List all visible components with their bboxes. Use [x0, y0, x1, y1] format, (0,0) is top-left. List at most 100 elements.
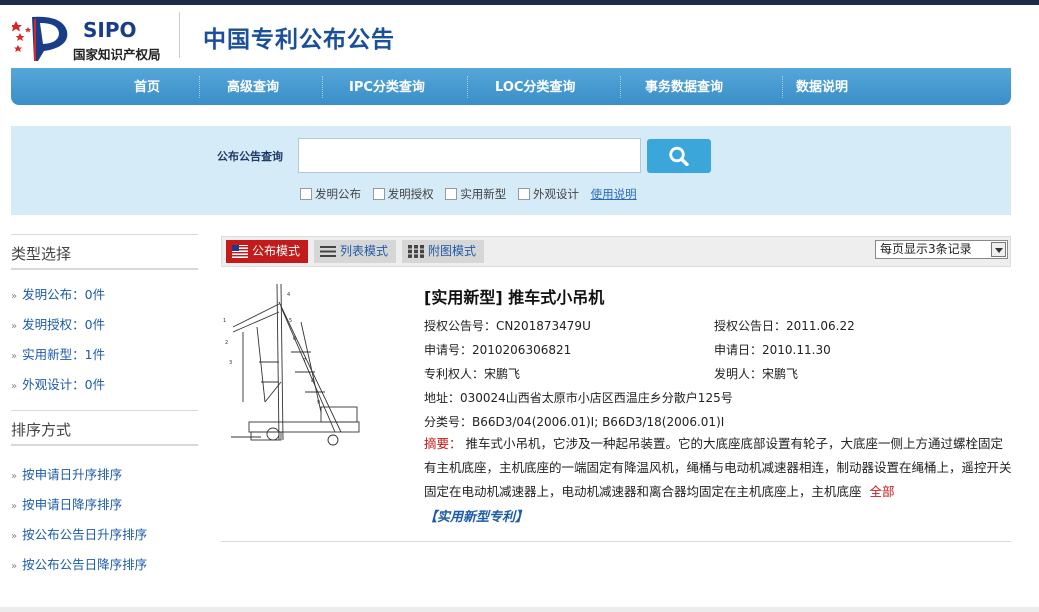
svg-text:6: 6: [293, 336, 296, 342]
address: 地址：030024山西省太原市小店区西温庄乡分散户125号: [424, 391, 733, 405]
type-selection-heading: 类型选择: [11, 234, 198, 270]
search-button[interactable]: [647, 139, 711, 173]
patent-type-link[interactable]: 【实用新型专利】: [424, 506, 528, 525]
show-all-link[interactable]: 全部: [870, 484, 895, 499]
svg-text:7: 7: [303, 358, 306, 364]
application-date: 申请日：2010.11.30: [714, 343, 831, 357]
type-item-utility-model[interactable]: » 实用新型：1件: [11, 340, 198, 370]
sipo-logo[interactable]: SIPO 国家知识产权局: [12, 13, 182, 63]
footer-bar: [0, 607, 1039, 612]
search-icon: [669, 146, 689, 166]
nav-transaction-search[interactable]: 事务数据查询: [645, 68, 723, 105]
sort-pub-date-desc[interactable]: » 按公布公告日降序排序: [11, 550, 198, 580]
result-title[interactable]: [实用新型] 推车式小吊机: [424, 284, 604, 308]
type-filter-checkboxes: 发明公布 发明授权 实用新型 外观设计 使用说明: [300, 186, 637, 202]
checkbox-invention-publication[interactable]: 发明公布: [300, 186, 361, 202]
double-chevron-right-icon: »: [11, 471, 18, 482]
site-title: 中国专利公布公告: [203, 27, 395, 53]
search-panel: 公布公告查询 发明公布 发明授权 实用新型 外观设计 使用说明: [11, 126, 1011, 215]
double-chevron-right-icon: »: [11, 531, 18, 542]
list-item-label: 按公布公告日降序排序: [22, 557, 148, 572]
per-page-value: 每页显示3条记录: [880, 242, 972, 256]
type-item-invention-grant[interactable]: » 发明授权：0件: [11, 310, 198, 340]
svg-text:5: 5: [289, 318, 292, 324]
svg-text:9: 9: [317, 400, 320, 406]
header: SIPO 国家知识产权局 中国专利公布公告: [0, 5, 1039, 67]
mode-label: 列表模式: [340, 244, 389, 258]
sort-heading: 排序方式: [11, 410, 198, 446]
sort-app-date-asc[interactable]: » 按申请日升序排序: [11, 460, 198, 490]
nav-separator: [467, 76, 468, 98]
svg-text:1: 1: [223, 318, 226, 324]
abstract-label: 摘要：: [424, 436, 462, 451]
per-page-select[interactable]: 每页显示3条记录: [875, 240, 1008, 259]
abstract-text: 推车式小吊机，它涉及一种起吊装置。它的大底座底部设置有轮子，大底座一侧上方通过螺…: [424, 436, 1012, 499]
header-divider: [179, 12, 180, 58]
nav-separator: [322, 76, 323, 98]
double-chevron-right-icon: »: [11, 501, 18, 512]
usage-instructions-link[interactable]: 使用说明: [591, 187, 637, 201]
svg-text:2: 2: [225, 340, 228, 346]
checkbox-invention-grant[interactable]: 发明授权: [372, 186, 434, 202]
type-item-invention-publication[interactable]: » 发明公布：0件: [11, 280, 198, 310]
sort-pub-date-asc[interactable]: » 按公布公告日升序排序: [11, 520, 198, 550]
flag-icon: [232, 245, 248, 258]
application-number: 申请号：2010206306821: [424, 343, 572, 357]
mode-label: 公布模式: [252, 244, 301, 258]
mode-label: 附图模式: [428, 244, 477, 258]
double-chevron-right-icon: »: [11, 291, 18, 302]
checkbox-utility-model[interactable]: 实用新型: [445, 186, 506, 202]
svg-text:4: 4: [287, 292, 290, 298]
list-item-label: 实用新型：1件: [22, 347, 106, 362]
sidebar: 类型选择 » 发明公布：0件 » 发明授权：0件 » 实用新型：1件 » 外观设计：0件…: [11, 234, 198, 590]
list-item-label: 按申请日升序排序: [22, 467, 123, 482]
nav-separator: [199, 76, 200, 98]
checkbox-box[interactable]: [445, 188, 458, 200]
nav-data-description[interactable]: 数据说明: [796, 68, 848, 105]
double-chevron-right-icon: »: [11, 381, 18, 392]
search-label: 公布公告查询: [217, 150, 283, 163]
view-mode-toolbar: 公布模式 列表模式 附图模式 每页显示3条记录: [221, 236, 1011, 267]
grant-date: 授权公告日：2011.06.22: [714, 319, 855, 333]
list-item-label: 按申请日降序排序: [22, 497, 123, 512]
inventor: 发明人：宋鹏飞: [714, 367, 799, 381]
mode-figure-button[interactable]: 附图模式: [402, 240, 485, 263]
checkbox-label: 发明授权: [387, 187, 434, 201]
patent-drawing-thumbnail[interactable]: 1 2 3 4 5 6 7 8 9: [221, 282, 361, 450]
list-item-label: 发明授权：0件: [22, 317, 106, 332]
grid-icon: [408, 245, 424, 258]
search-input[interactable]: [298, 138, 641, 173]
nav-loc-search[interactable]: LOC分类查询: [495, 68, 575, 105]
checkbox-box[interactable]: [372, 188, 385, 200]
grant-number: 授权公告号：CN201873479U: [424, 319, 591, 333]
list-icon: [320, 246, 336, 257]
nav-ipc-search[interactable]: IPC分类查询: [349, 68, 425, 105]
double-chevron-right-icon: »: [11, 321, 18, 332]
svg-text:8: 8: [311, 378, 314, 384]
type-item-design[interactable]: » 外观设计：0件: [11, 370, 198, 400]
checkbox-design[interactable]: 外观设计: [517, 186, 579, 202]
abstract: 摘要： 推车式小吊机，它涉及一种起吊装置。它的大底座底部设置有轮子，大底座一侧上…: [424, 432, 1012, 504]
logo-sipo-text: SIPO: [83, 18, 137, 42]
list-item-label: 发明公布：0件: [22, 287, 106, 302]
checkbox-box[interactable]: [300, 188, 312, 200]
checkbox-label: 外观设计: [532, 187, 579, 201]
sort-list: » 按申请日升序排序 » 按申请日降序排序 » 按公布公告日升序排序 » 按公布公告日降…: [11, 446, 198, 590]
nav-separator: [782, 76, 783, 98]
mode-list-button[interactable]: 列表模式: [314, 240, 397, 263]
nav-home[interactable]: 首页: [134, 68, 160, 105]
type-selection-list: » 发明公布：0件 » 发明授权：0件 » 实用新型：1件 » 外观设计：0件: [11, 270, 198, 410]
svg-text:3: 3: [229, 360, 232, 366]
chevron-down-icon[interactable]: [991, 242, 1006, 257]
checkbox-box[interactable]: [517, 188, 530, 200]
list-item-label: 按公布公告日升序排序: [22, 527, 148, 542]
sort-app-date-desc[interactable]: » 按申请日降序排序: [11, 490, 198, 520]
patentee: 专利权人：宋鹏飞: [424, 367, 521, 381]
classification: 分类号：B66D3/04(2006.01)I; B66D3/18(2006.01…: [424, 415, 725, 429]
checkbox-label: 发明公布: [315, 187, 361, 201]
mode-publication-button[interactable]: 公布模式: [226, 240, 309, 263]
double-chevron-right-icon: »: [11, 351, 18, 362]
checkbox-label: 实用新型: [460, 187, 507, 201]
double-chevron-right-icon: »: [11, 561, 18, 572]
nav-advanced-search[interactable]: 高级查询: [227, 68, 279, 105]
